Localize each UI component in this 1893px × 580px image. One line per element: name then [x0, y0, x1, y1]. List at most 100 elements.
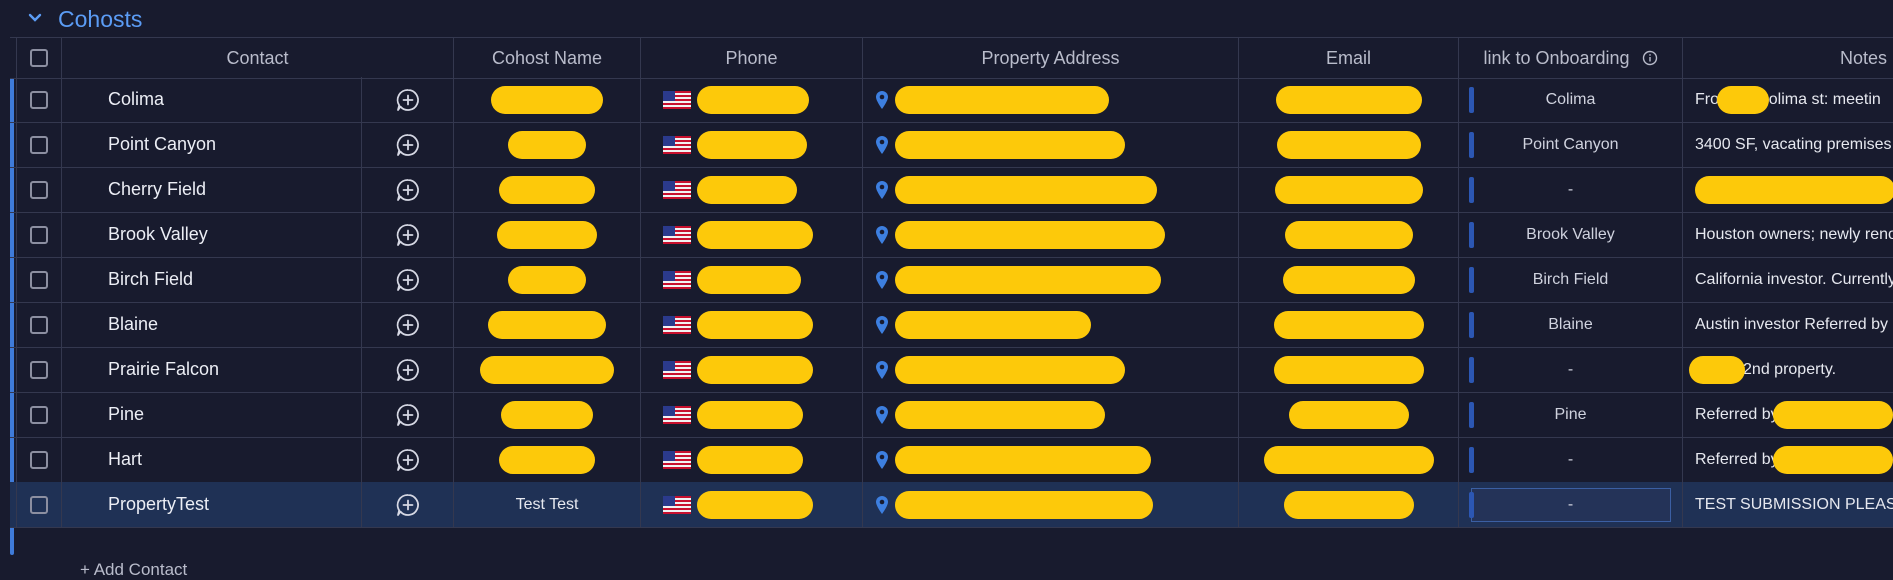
- cohost-name-cell[interactable]: [454, 392, 641, 437]
- col-phone[interactable]: Phone: [641, 38, 863, 78]
- email-cell[interactable]: [1239, 122, 1459, 167]
- chat-cell[interactable]: [362, 302, 454, 347]
- contact-cell[interactable]: Brook Valley: [62, 212, 362, 257]
- property-address-cell[interactable]: [863, 122, 1239, 167]
- chat-add-icon[interactable]: [395, 87, 421, 113]
- col-contact[interactable]: Contact: [62, 38, 454, 78]
- property-address-cell[interactable]: [863, 212, 1239, 257]
- row-checkbox[interactable]: [30, 270, 48, 289]
- phone-cell[interactable]: [641, 482, 863, 527]
- onboarding-cell[interactable]: Colima: [1459, 77, 1683, 122]
- property-address-cell[interactable]: [863, 302, 1239, 347]
- phone-cell[interactable]: [641, 122, 863, 167]
- phone-cell[interactable]: [641, 257, 863, 302]
- row-checkbox[interactable]: [30, 315, 48, 334]
- row-select-cell[interactable]: [16, 347, 62, 392]
- row-select-cell[interactable]: [16, 437, 62, 482]
- chat-cell[interactable]: [362, 257, 454, 302]
- chat-add-icon[interactable]: [395, 447, 421, 473]
- table-row[interactable]: Blaine Blaine Austin investor Referred b…: [10, 302, 1893, 348]
- row-checkbox[interactable]: [30, 180, 48, 199]
- add-contact-button[interactable]: + Add Contact: [80, 560, 187, 580]
- phone-cell[interactable]: [641, 77, 863, 122]
- contact-cell[interactable]: PropertyTest: [62, 482, 362, 527]
- table-row[interactable]: Colima Colima From Colima st: meetin: [10, 77, 1893, 123]
- contact-cell[interactable]: Hart: [62, 437, 362, 482]
- row-select-cell[interactable]: [16, 392, 62, 437]
- notes-cell[interactable]: TEST SUBMISSION PLEASE I: [1683, 482, 1893, 527]
- email-cell[interactable]: [1239, 257, 1459, 302]
- chat-cell[interactable]: [362, 437, 454, 482]
- onboarding-cell[interactable]: -: [1459, 437, 1683, 482]
- notes-cell[interactable]: owner 2nd property.: [1683, 347, 1893, 392]
- onboarding-link[interactable]: -: [1568, 181, 1573, 199]
- onboarding-link[interactable]: -: [1568, 361, 1573, 379]
- table-row[interactable]: Hart - Referred by: [10, 437, 1893, 483]
- cohost-name-cell[interactable]: [454, 302, 641, 347]
- chat-cell[interactable]: [362, 482, 454, 527]
- cohost-name-cell[interactable]: [454, 437, 641, 482]
- chat-add-icon[interactable]: [395, 177, 421, 203]
- table-row[interactable]: Prairie Falcon - owner 2nd property.: [10, 347, 1893, 393]
- chat-add-icon[interactable]: [395, 267, 421, 293]
- phone-cell[interactable]: [641, 392, 863, 437]
- cohost-name-cell[interactable]: [454, 347, 641, 392]
- row-select-cell[interactable]: [16, 257, 62, 302]
- chat-add-icon[interactable]: [395, 132, 421, 158]
- onboarding-cell[interactable]: Birch Field: [1459, 257, 1683, 302]
- chat-add-icon[interactable]: [395, 312, 421, 338]
- notes-cell[interactable]: California investor. Currently: [1683, 257, 1893, 302]
- row-checkbox[interactable]: [30, 225, 48, 244]
- row-select-cell[interactable]: [16, 212, 62, 257]
- row-checkbox[interactable]: [30, 450, 48, 469]
- email-cell[interactable]: [1239, 347, 1459, 392]
- email-cell[interactable]: [1239, 302, 1459, 347]
- contact-cell[interactable]: Cherry Field: [62, 167, 362, 212]
- property-address-cell[interactable]: [863, 392, 1239, 437]
- property-address-cell[interactable]: [863, 77, 1239, 122]
- chat-add-icon[interactable]: [395, 222, 421, 248]
- phone-cell[interactable]: [641, 167, 863, 212]
- chat-add-icon[interactable]: [395, 402, 421, 428]
- row-checkbox[interactable]: [30, 135, 48, 154]
- property-address-cell[interactable]: [863, 167, 1239, 212]
- contact-cell[interactable]: Birch Field: [62, 257, 362, 302]
- table-row[interactable]: Cherry Field -: [10, 167, 1893, 213]
- contact-cell[interactable]: Point Canyon: [62, 122, 362, 167]
- chat-add-icon[interactable]: [395, 357, 421, 383]
- onboarding-cell[interactable]: Point Canyon: [1459, 122, 1683, 167]
- notes-cell[interactable]: Austin investor Referred by D: [1683, 302, 1893, 347]
- notes-cell[interactable]: 3400 SF, vacating premises f: [1683, 122, 1893, 167]
- cohost-name-cell[interactable]: [454, 77, 641, 122]
- email-cell[interactable]: [1239, 437, 1459, 482]
- onboarding-link[interactable]: Birch Field: [1533, 271, 1609, 289]
- row-select-cell[interactable]: [16, 167, 62, 212]
- chat-add-icon[interactable]: [395, 492, 421, 518]
- contact-cell[interactable]: Colima: [62, 77, 362, 122]
- col-cohost-name[interactable]: Cohost Name: [454, 38, 641, 78]
- onboarding-cell[interactable]: Pine: [1459, 392, 1683, 437]
- onboarding-cell[interactable]: -: [1459, 347, 1683, 392]
- notes-cell[interactable]: Houston owners; newly reno: [1683, 212, 1893, 257]
- phone-cell[interactable]: [641, 347, 863, 392]
- email-cell[interactable]: [1239, 212, 1459, 257]
- property-address-cell[interactable]: [863, 482, 1239, 527]
- onboarding-cell[interactable]: Blaine: [1459, 302, 1683, 347]
- chevron-down-icon[interactable]: [28, 11, 42, 25]
- notes-cell[interactable]: Referred by: [1683, 392, 1893, 437]
- onboarding-cell[interactable]: -: [1459, 167, 1683, 212]
- row-select-cell[interactable]: [16, 122, 62, 167]
- onboarding-cell[interactable]: Brook Valley: [1459, 212, 1683, 257]
- table-row[interactable]: Brook Valley Brook Valley Houston owners…: [10, 212, 1893, 258]
- col-notes[interactable]: Notes: [1683, 38, 1893, 78]
- row-checkbox[interactable]: [30, 360, 48, 379]
- chat-cell[interactable]: [362, 212, 454, 257]
- chat-cell[interactable]: [362, 347, 454, 392]
- select-all-checkbox[interactable]: [30, 49, 48, 67]
- email-cell[interactable]: [1239, 392, 1459, 437]
- phone-cell[interactable]: [641, 437, 863, 482]
- cohost-name-cell[interactable]: [454, 122, 641, 167]
- cohost-name-cell[interactable]: Test Test: [454, 482, 641, 527]
- table-row[interactable]: Birch Field Birch Field California inves…: [10, 257, 1893, 303]
- cohost-name-cell[interactable]: [454, 167, 641, 212]
